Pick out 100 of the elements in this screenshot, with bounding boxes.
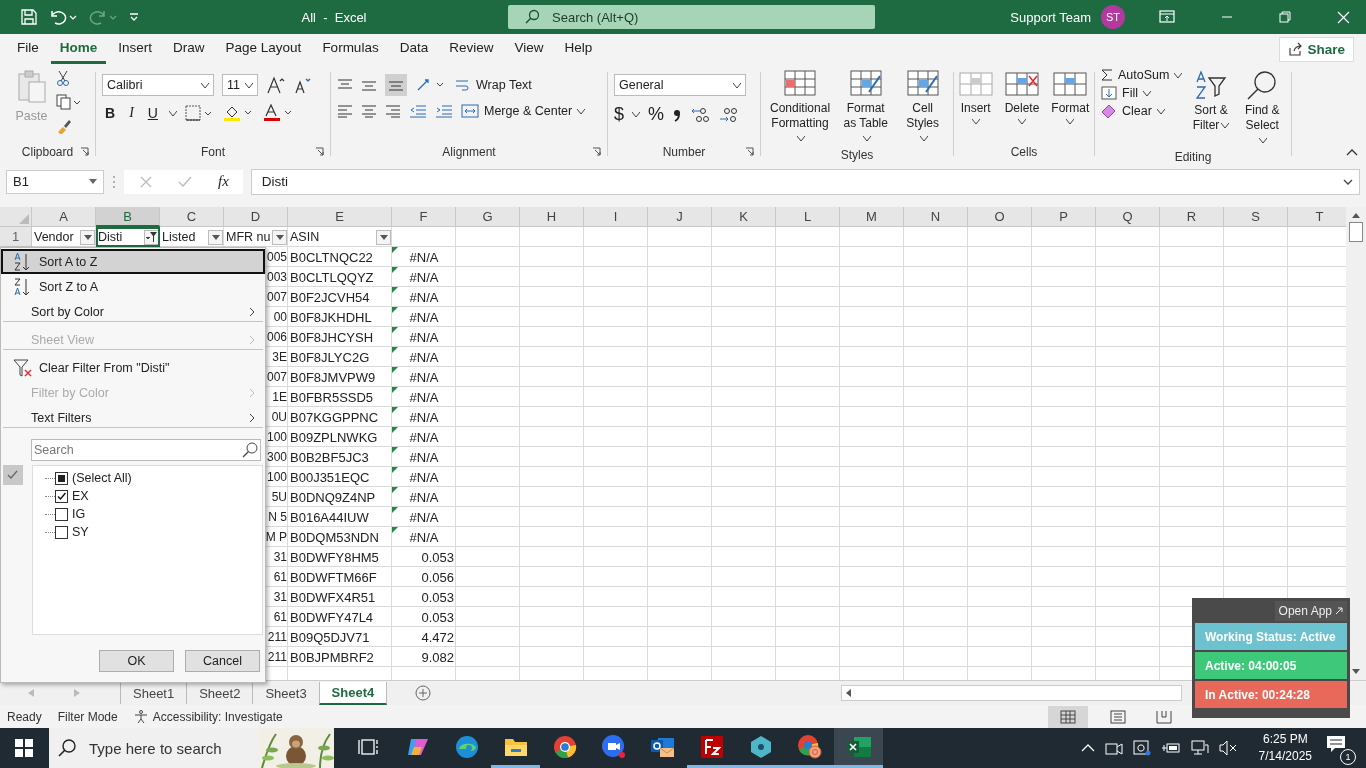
column-header[interactable]: C: [160, 207, 224, 227]
column-header[interactable]: F: [392, 207, 456, 227]
align-center-icon[interactable]: [361, 104, 377, 118]
checkbox[interactable]: [55, 471, 68, 485]
ribbon-tab[interactable]: Draw: [164, 34, 214, 64]
ribbon-display-icon[interactable]: [1159, 10, 1175, 24]
column-header[interactable]: G: [456, 207, 520, 227]
clock-date[interactable]: 7/14/2025: [1258, 748, 1312, 765]
notification-button[interactable]: 1: [1324, 731, 1356, 765]
italic-button[interactable]: I: [126, 105, 137, 121]
shrink-font-icon[interactable]: [294, 76, 312, 94]
horizontal-scrollbar[interactable]: [841, 685, 1183, 701]
error-indicator-icon[interactable]: [392, 447, 398, 453]
ribbon-tab[interactable]: Data: [390, 34, 438, 64]
dialog-launcher-icon[interactable]: [80, 147, 89, 156]
filter-button[interactable]: [208, 229, 223, 245]
filter-button[interactable]: [80, 229, 95, 245]
error-indicator-icon[interactable]: [392, 507, 398, 513]
restore-icon[interactable]: [1279, 11, 1291, 23]
currency-button[interactable]: $: [614, 104, 624, 125]
column-header[interactable]: S: [1224, 207, 1288, 227]
underline-button[interactable]: U: [144, 105, 161, 121]
user-avatar[interactable]: ST: [1101, 5, 1125, 29]
filter-value-row[interactable]: IG: [33, 505, 185, 523]
row-header[interactable]: 1: [0, 227, 32, 247]
dialog-button[interactable]: OK: [99, 650, 174, 672]
autosum-button[interactable]: AutoSum: [1101, 68, 1183, 82]
bold-button[interactable]: B: [102, 105, 119, 121]
error-indicator-icon[interactable]: [392, 387, 398, 393]
cells-button[interactable]: Delete: [1001, 68, 1043, 126]
column-header[interactable]: I: [584, 207, 648, 227]
camera-icon[interactable]: [1104, 740, 1123, 756]
align-right-icon[interactable]: [385, 104, 401, 118]
clear-button[interactable]: Clear: [1101, 104, 1183, 118]
styles-button[interactable]: Conditional Formatting: [767, 68, 834, 148]
align-left-icon[interactable]: [337, 104, 353, 118]
error-indicator-icon[interactable]: [392, 487, 398, 493]
copy-icon[interactable]: [56, 94, 83, 110]
font-family-field[interactable]: Calibri: [102, 74, 214, 96]
network-icon[interactable]: [1190, 740, 1209, 756]
filter-button[interactable]: [376, 229, 391, 245]
decrease-decimal-icon[interactable]: [718, 106, 739, 123]
menu-item[interactable]: Text Filters: [1, 405, 265, 430]
error-indicator-icon[interactable]: [392, 527, 398, 533]
dialog-button[interactable]: Cancel: [185, 650, 260, 672]
align-top-icon[interactable]: [337, 78, 353, 92]
insert-function-button[interactable]: fx: [218, 173, 229, 190]
wrap-text-button[interactable]: Wrap Text: [455, 78, 532, 92]
sort-filter-button[interactable]: Sort & Filter: [1188, 68, 1234, 135]
cells-button[interactable]: Insert: [955, 68, 996, 126]
format-painter-icon[interactable]: [56, 118, 73, 134]
sync-icon[interactable]: [1132, 740, 1151, 756]
filter-value-row[interactable]: (Select All): [33, 469, 185, 487]
checkbox[interactable]: [55, 525, 68, 539]
column-header[interactable]: B: [96, 207, 160, 227]
ribbon-tab[interactable]: Help: [555, 34, 602, 64]
ribbon-tab[interactable]: Review: [440, 34, 503, 64]
scroll-up-icon[interactable]: [1352, 213, 1360, 218]
column-header[interactable]: H: [520, 207, 584, 227]
column-header[interactable]: N: [904, 207, 968, 227]
collapse-ribbon-icon[interactable]: [1346, 148, 1358, 156]
column-header[interactable]: E: [288, 207, 392, 227]
volume-muted-icon[interactable]: [1218, 740, 1237, 756]
error-indicator-icon[interactable]: [392, 247, 398, 253]
search-field[interactable]: Search: [31, 439, 261, 461]
align-bottom-icon[interactable]: [385, 74, 407, 96]
ribbon-tab[interactable]: File: [8, 34, 48, 64]
grow-font-icon[interactable]: [266, 76, 286, 94]
close-icon[interactable]: [1337, 10, 1350, 24]
column-header[interactable]: J: [648, 207, 712, 227]
caret-icon[interactable]: [632, 112, 640, 117]
dialog-launcher-icon[interactable]: [315, 147, 324, 156]
cells-button[interactable]: Format: [1048, 68, 1093, 126]
ribbon-tab[interactable]: Home: [50, 34, 107, 64]
ribbon-tab[interactable]: View: [505, 34, 553, 64]
styles-button[interactable]: Cell Styles: [898, 68, 947, 148]
caret-icon[interactable]: [168, 110, 177, 116]
open-app-button[interactable]: Open App: [1274, 601, 1347, 621]
customize-icon[interactable]: [128, 11, 140, 23]
percent-button[interactable]: %: [648, 104, 665, 125]
column-header[interactable]: O: [968, 207, 1032, 227]
column-header[interactable]: T: [1288, 207, 1346, 227]
taskbar-search-field[interactable]: Type here to search: [49, 728, 334, 768]
cut-icon[interactable]: [56, 70, 71, 86]
column-header[interactable]: D: [224, 207, 288, 227]
scroll-down-icon[interactable]: [1352, 669, 1360, 674]
undo-icon[interactable]: [48, 8, 78, 26]
add-sheet-icon[interactable]: [415, 685, 432, 701]
error-indicator-icon[interactable]: [392, 267, 398, 273]
name-box[interactable]: B1: [6, 169, 104, 194]
column-header[interactable]: P: [1032, 207, 1096, 227]
error-indicator-icon[interactable]: [392, 327, 398, 333]
checkbox[interactable]: [55, 507, 68, 521]
menu-item[interactable]: Sort Z to A: [1, 274, 265, 299]
column-header[interactable]: K: [712, 207, 776, 227]
error-indicator-icon[interactable]: [392, 347, 398, 353]
error-indicator-icon[interactable]: [392, 367, 398, 373]
styles-button[interactable]: Format as Table: [839, 68, 893, 148]
column-header[interactable]: R: [1160, 207, 1224, 227]
accessibility-button[interactable]: Accessibility: Investigate: [133, 709, 283, 724]
